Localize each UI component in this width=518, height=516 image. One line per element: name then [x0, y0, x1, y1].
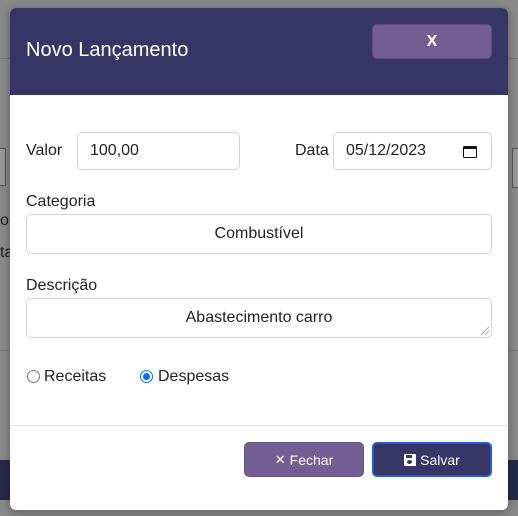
save-floppy-icon: [404, 453, 417, 466]
background-text-fragment: o: [0, 212, 9, 229]
categoria-input[interactable]: Combustível: [26, 214, 492, 254]
valor-input[interactable]: 100,00: [77, 132, 240, 170]
data-date-input[interactable]: 05/12/2023: [333, 132, 492, 170]
calendar-icon[interactable]: [463, 144, 477, 158]
valor-label: Valor: [26, 142, 63, 159]
categoria-value: Combustível: [214, 225, 304, 242]
salvar-button[interactable]: Salvar: [372, 442, 492, 477]
close-x-icon: ✕: [274, 451, 286, 467]
categoria-label: Categoria: [26, 193, 96, 210]
valor-value: 100,00: [90, 142, 139, 159]
background-input-fragment: [0, 148, 6, 186]
new-entry-modal: Novo Lançamento X Valor 100,00 Data 05/1…: [10, 8, 508, 510]
despesas-label[interactable]: Despesas: [158, 368, 229, 386]
fechar-label: Fechar: [289, 451, 334, 468]
close-button[interactable]: X: [372, 24, 492, 59]
fechar-button[interactable]: ✕ Fechar: [244, 442, 364, 477]
background-input-fragment: [512, 148, 518, 188]
descricao-value: Abastecimento carro: [185, 309, 333, 326]
descricao-textarea[interactable]: Abastecimento carro: [26, 298, 492, 338]
descricao-label: Descrição: [26, 277, 98, 294]
receitas-label[interactable]: Receitas: [44, 368, 106, 386]
despesas-radio[interactable]: [140, 370, 153, 383]
data-label: Data: [295, 142, 329, 159]
salvar-label: Salvar: [420, 451, 460, 468]
modal-header: Novo Lançamento X: [10, 8, 508, 95]
modal-title: Novo Lançamento: [26, 39, 189, 61]
modal-footer-divider: [10, 425, 508, 426]
data-value: 05/12/2023: [346, 142, 427, 159]
resize-grip-icon[interactable]: [481, 327, 489, 335]
receitas-radio[interactable]: [27, 370, 40, 383]
